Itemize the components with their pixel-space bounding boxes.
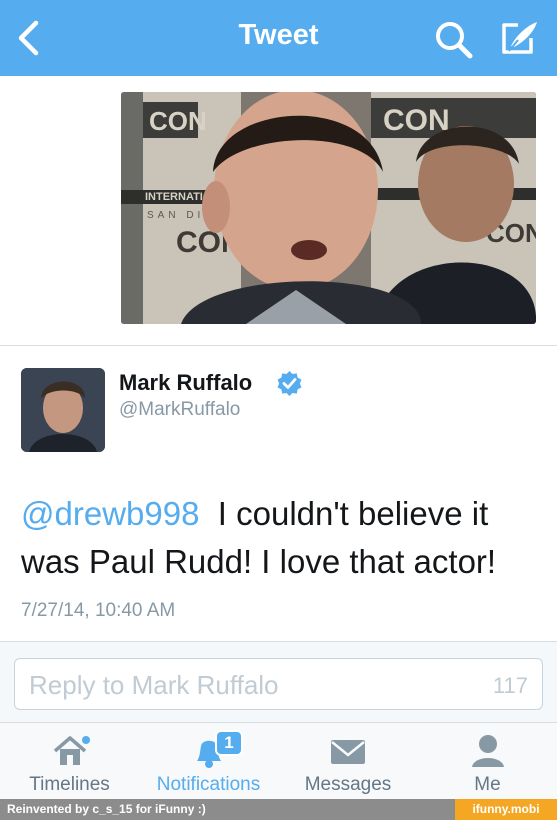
mention-link[interactable]: @drewb998 — [21, 495, 199, 532]
author-name[interactable]: Mark Ruffalo — [119, 370, 252, 396]
tweet-text: @drewb998 I couldn't believe it was Paul… — [21, 490, 541, 586]
avatar[interactable] — [21, 368, 105, 452]
reply-input[interactable]: Reply to Mark Ruffalo 117 — [14, 658, 543, 710]
reply-bar: Reply to Mark Ruffalo 117 — [0, 642, 557, 722]
tab-label: Me — [474, 774, 501, 795]
tab-notifications[interactable]: 1 Notifications — [139, 723, 278, 800]
photo-illustration: CON CON INTERNATIONAL SAN DIEGO CON CON — [121, 92, 536, 324]
compose-icon[interactable] — [498, 18, 540, 58]
notification-badge: 1 — [215, 730, 243, 756]
watermark-logo: ifunny.mobi — [455, 799, 557, 820]
tab-label: Notifications — [156, 774, 261, 795]
author-handle[interactable]: @MarkRuffalo — [119, 399, 240, 421]
character-count: 117 — [492, 673, 528, 698]
tab-me[interactable]: Me — [418, 723, 557, 800]
tweet-media-image[interactable]: CON CON INTERNATIONAL SAN DIEGO CON CON — [121, 92, 536, 324]
tab-label: Timelines — [29, 774, 110, 795]
avatar-portrait — [21, 368, 105, 452]
tab-label: Messages — [304, 774, 392, 795]
tweet-timestamp: 7/27/14, 10:40 AM — [21, 600, 176, 621]
watermark-credit: Reinvented by c_s_15 for iFunny :) — [7, 802, 206, 816]
person-icon — [471, 735, 504, 767]
home-icon — [53, 736, 90, 765]
top-nav-bar: Tweet — [0, 0, 557, 76]
backdrop-text: CON — [149, 106, 207, 136]
verified-badge-icon — [277, 371, 302, 396]
bottom-tab-bar: Timelines 1 Notifications Messages Me — [0, 722, 557, 799]
tab-timelines[interactable]: Timelines — [0, 723, 139, 800]
envelope-icon — [331, 740, 365, 764]
backdrop-text: CON — [383, 104, 450, 137]
watermark-bar: Reinvented by c_s_15 for iFunny :) ifunn… — [0, 799, 557, 820]
divider — [0, 345, 557, 346]
reply-placeholder: Reply to Mark Ruffalo — [29, 670, 279, 700]
tab-messages[interactable]: Messages — [278, 723, 418, 800]
search-icon[interactable] — [434, 20, 474, 60]
